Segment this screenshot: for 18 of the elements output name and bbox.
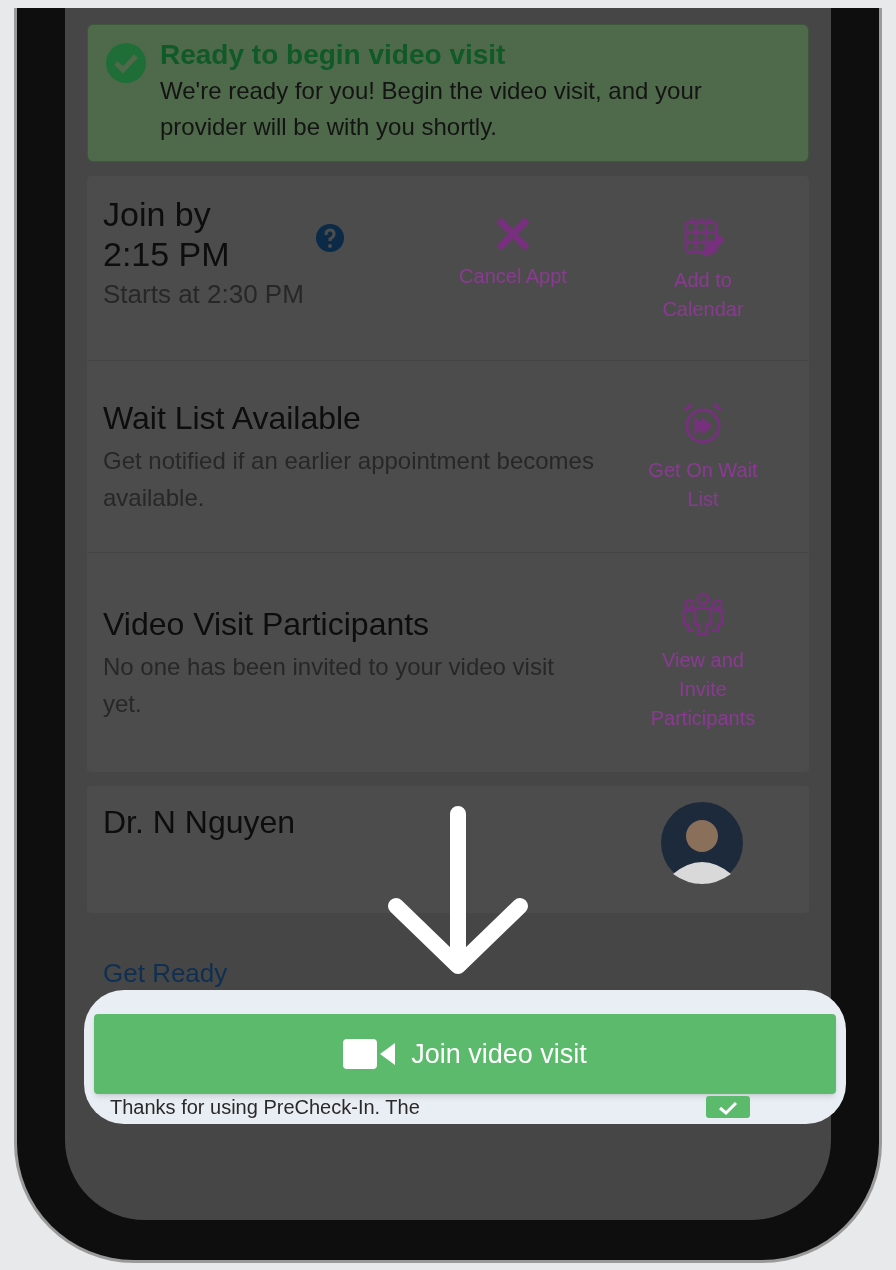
action-link[interactable]: Add to Calendar — [613, 214, 793, 324]
people-icon — [680, 592, 726, 638]
precheck-message: Thanks for using PreCheck-In. The — [110, 1095, 420, 1120]
help-icon — [315, 224, 344, 252]
action-link[interactable]: View and Invite Participants — [613, 592, 793, 733]
join-by-time: Join by 2:15 PM — [103, 194, 231, 274]
banner-message: We're ready for you! Begin the video visit, and your provider will be with you shortly. — [160, 76, 703, 142]
video-camera-icon — [343, 1039, 396, 1069]
provider-name: Dr. N Nguyen — [103, 803, 296, 842]
section-title: Wait List Available — [103, 398, 362, 438]
action-link[interactable]: Cancel Appt — [423, 214, 603, 324]
section-title: Video Visit Participants — [103, 604, 431, 644]
checkmark-icon — [104, 41, 148, 85]
check-icon — [706, 1096, 750, 1118]
join-video-button[interactable]: Join video visit — [94, 1014, 836, 1094]
banner-title: Ready to begin video visit — [160, 38, 507, 72]
action-link[interactable]: Get On Wait List — [613, 399, 793, 514]
get-ready-link[interactable]: Get Ready — [87, 957, 809, 989]
